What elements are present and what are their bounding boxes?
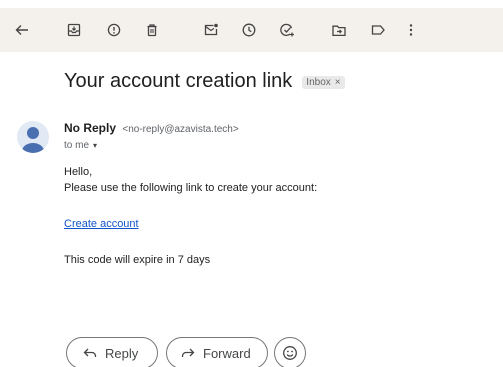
archive-icon <box>66 22 82 38</box>
create-account-link[interactable]: Create account <box>64 218 139 230</box>
sender-avatar[interactable] <box>17 121 49 153</box>
reply-label: Reply <box>105 345 139 361</box>
email-view: Your account creation link Inbox × No Re… <box>0 0 503 367</box>
forward-icon <box>181 347 195 359</box>
add-to-tasks-button[interactable] <box>273 16 301 44</box>
chevron-down-icon: ▾ <box>93 141 98 150</box>
sender-name[interactable]: No Reply <box>64 121 116 135</box>
smiley-icon <box>282 345 298 361</box>
move-to-icon <box>331 22 347 38</box>
sender-line: No Reply <no-reply@azavista.tech> <box>64 121 239 135</box>
snooze-icon <box>241 22 257 38</box>
delete-button[interactable] <box>138 16 166 44</box>
reply-icon <box>83 347 97 359</box>
recipient-text: to me <box>64 140 90 151</box>
forward-button[interactable]: Forward <box>166 337 268 367</box>
snooze-button[interactable] <box>235 16 263 44</box>
back-arrow-icon <box>14 22 30 38</box>
label-button[interactable] <box>364 16 392 44</box>
subject-row: Your account creation link Inbox × <box>64 70 345 93</box>
more-options-icon <box>403 22 419 38</box>
email-subject: Your account creation link <box>64 70 293 92</box>
recipient-details-toggle[interactable]: to me ▾ <box>64 140 97 151</box>
inbox-label-chip[interactable]: Inbox × <box>302 76 345 89</box>
move-to-button[interactable] <box>325 16 353 44</box>
reply-button[interactable]: Reply <box>66 337 158 367</box>
sender-email: <no-reply@azavista.tech> <box>122 124 239 135</box>
email-body-line: Please use the following link to create … <box>64 182 318 194</box>
add-to-tasks-icon <box>279 22 295 38</box>
email-toolbar <box>0 8 503 52</box>
forward-label: Forward <box>203 345 251 361</box>
person-icon <box>22 127 44 153</box>
delete-icon <box>144 22 160 38</box>
inbox-label-text: Inbox <box>306 77 331 88</box>
label-icon <box>370 22 386 38</box>
mark-unread-icon <box>203 22 219 38</box>
archive-button[interactable] <box>60 16 88 44</box>
back-button[interactable] <box>8 16 36 44</box>
expire-notice: This code will expire in 7 days <box>64 254 211 266</box>
more-options-button[interactable] <box>397 16 425 44</box>
report-spam-button[interactable] <box>100 16 128 44</box>
report-spam-icon <box>106 22 122 38</box>
email-greeting: Hello, <box>64 166 93 178</box>
emoji-reaction-button[interactable] <box>274 337 306 367</box>
remove-label-button[interactable]: × <box>335 77 341 88</box>
mark-unread-button[interactable] <box>197 16 225 44</box>
